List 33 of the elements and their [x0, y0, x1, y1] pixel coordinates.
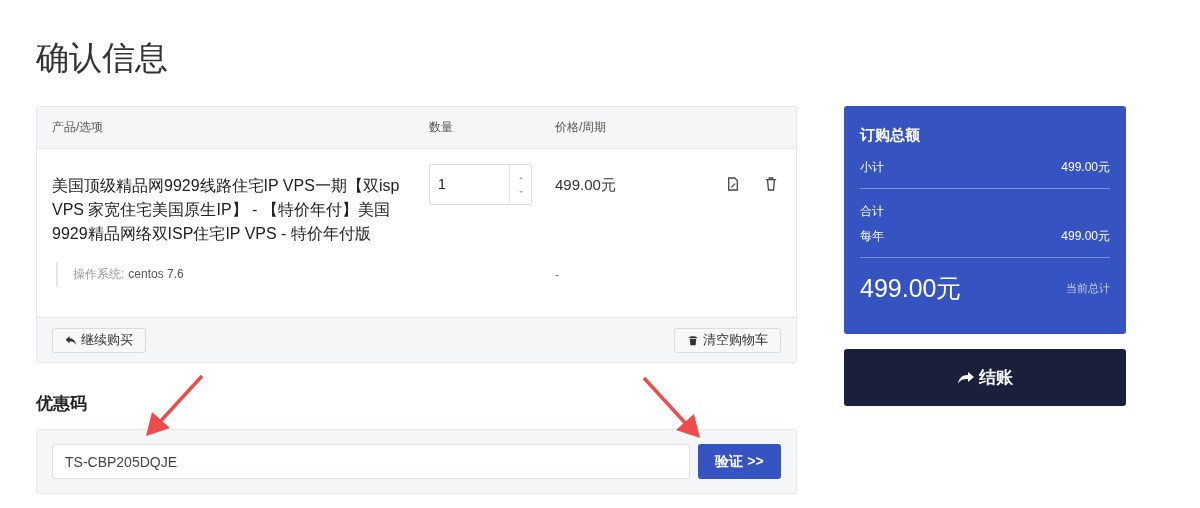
trash-icon	[687, 334, 699, 346]
column-header: 数量	[429, 119, 454, 136]
page-title: 确认信息	[36, 38, 169, 78]
section-title: 优惠码	[36, 393, 88, 415]
total-caption: 当前总计	[1066, 281, 1110, 296]
summary-label: 合计	[860, 203, 885, 219]
document-edit-icon	[727, 177, 739, 191]
edit-button[interactable]	[725, 176, 741, 192]
summary-value: 499.00元	[1061, 159, 1110, 175]
annotation-arrow	[642, 376, 702, 440]
empty-cart-button[interactable]: 清空购物车	[674, 327, 781, 353]
option-value: centos 7.6	[128, 267, 184, 281]
delete-button[interactable]	[763, 176, 779, 192]
product-name: 美国顶级精品网9929线路住宅IP VPS一期【双isp VPS 家宽住宅美国原生IP】 - 【特价年付】美国9929精品网络双ISP住宅IP VPS - 特价年付版	[52, 176, 401, 244]
option-price: -	[555, 267, 559, 282]
total-amount: 499.00元	[860, 273, 962, 304]
verify-button[interactable]: 验证 >>	[698, 444, 781, 479]
summary-value: 499.00元	[1061, 228, 1110, 244]
checkout-button[interactable]: 结账	[844, 349, 1126, 406]
option-label: 操作系统:	[73, 267, 125, 281]
share-arrow-icon	[957, 370, 975, 385]
column-header: 产品/选项	[52, 119, 105, 136]
summary-label: 每年	[860, 228, 884, 244]
continue-shopping-button[interactable]: 继续购买	[52, 327, 146, 353]
summary-title: 订购总额	[860, 126, 921, 145]
column-header: 价格/周期	[555, 119, 608, 136]
item-price: 499.00元	[555, 175, 617, 195]
promo-code-field[interactable]: TS-CBP205DQJE	[52, 444, 690, 479]
trash-icon	[765, 177, 777, 191]
summary-label: 小计	[860, 159, 884, 175]
annotation-arrow	[144, 374, 204, 438]
reply-arrow-icon	[65, 334, 77, 346]
quantity-field[interactable]: 1	[429, 164, 532, 205]
